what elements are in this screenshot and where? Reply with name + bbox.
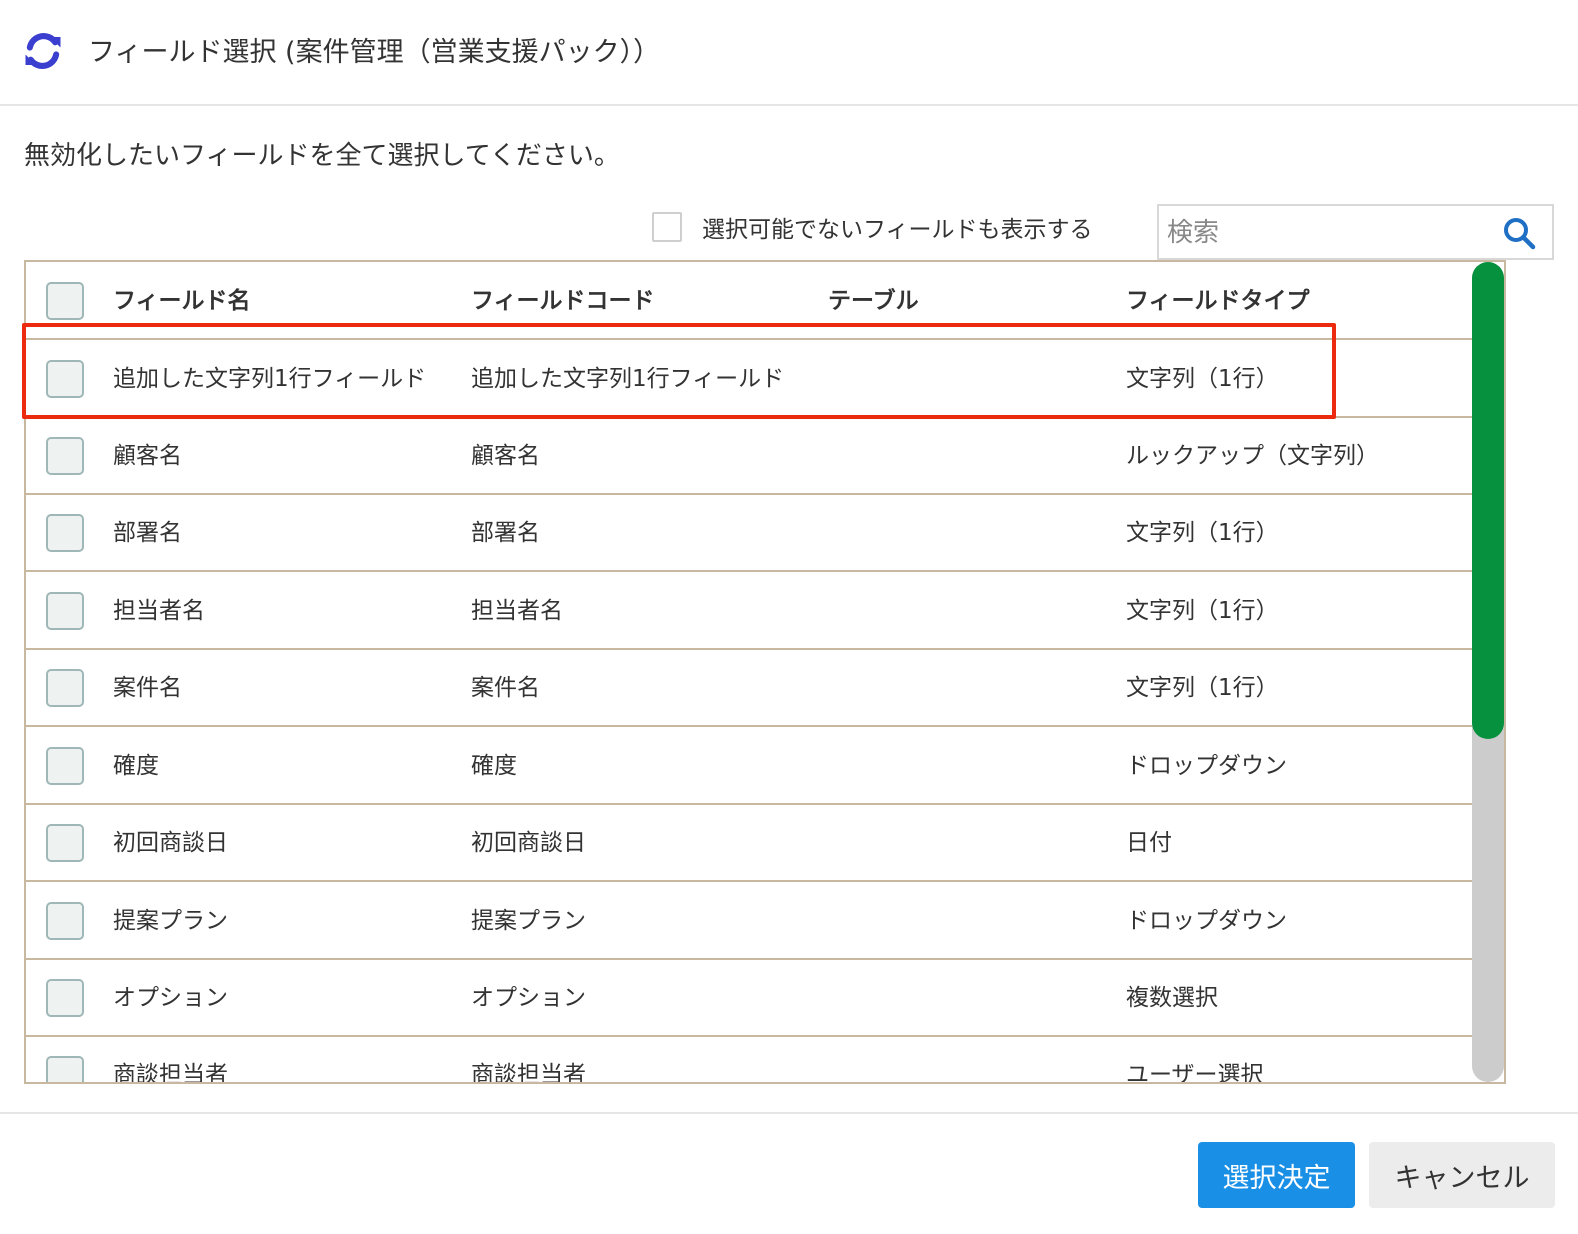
field-name-cell: 部署名 <box>113 520 182 546</box>
dialog-header: フィールド選択 (案件管理（営業支援パック）） <box>0 0 1578 106</box>
column-header-table: テーブル <box>828 288 919 314</box>
field-type-cell: 複数選択 <box>1126 985 1218 1011</box>
row-checkbox[interactable] <box>46 902 84 940</box>
column-header-field-name: フィールド名 <box>113 288 251 314</box>
row-checkbox[interactable] <box>46 514 84 552</box>
column-header-field-code: フィールドコード <box>471 288 655 314</box>
dialog-title: フィールド選択 (案件管理（営業支援パック）） <box>88 37 661 68</box>
show-unselectable-checkbox[interactable] <box>652 212 682 242</box>
refresh-icon <box>25 33 61 69</box>
show-unselectable-toggle[interactable]: 選択可能でないフィールドも表示する <box>652 210 1093 244</box>
field-name-cell: 担当者名 <box>113 598 205 624</box>
table-row[interactable]: 商談担当者 商談担当者 ユーザー選択 <box>26 1036 1474 1084</box>
field-name-cell: 案件名 <box>113 675 182 701</box>
field-type-cell: 文字列（1行） <box>1126 675 1279 701</box>
field-name-cell: 確度 <box>113 753 159 779</box>
field-code-cell: 案件名 <box>471 675 540 701</box>
field-name-cell: 追加した文字列1行フィールド <box>113 366 427 392</box>
search-box <box>1157 204 1554 260</box>
field-code-cell: 確度 <box>471 753 517 779</box>
field-name-cell: 商談担当者 <box>113 1062 228 1084</box>
scrollbar-thumb[interactable] <box>1472 262 1504 739</box>
field-code-cell: 提案プラン <box>471 908 586 934</box>
row-checkbox[interactable] <box>46 824 84 862</box>
field-name-cell: 顧客名 <box>113 443 182 469</box>
row-checkbox[interactable] <box>46 669 84 707</box>
table-row[interactable]: 部署名 部署名 文字列（1行） <box>26 494 1474 572</box>
footer-divider <box>0 1112 1578 1114</box>
row-checkbox[interactable] <box>46 437 84 475</box>
column-header-field-type: フィールドタイプ <box>1126 288 1310 314</box>
table-row[interactable]: 顧客名 顧客名 ルックアップ（文字列） <box>26 417 1474 495</box>
confirm-selection-button[interactable]: 選択決定 <box>1198 1142 1355 1208</box>
field-code-cell: オプション <box>471 985 586 1011</box>
select-all-checkbox[interactable] <box>46 282 84 320</box>
field-type-cell: 文字列（1行） <box>1126 366 1279 392</box>
field-code-cell: 担当者名 <box>471 598 563 624</box>
table-row[interactable]: 提案プラン 提案プラン ドロップダウン <box>26 882 1474 960</box>
search-input[interactable] <box>1167 214 1487 252</box>
table-row[interactable]: 追加した文字列1行フィールド 追加した文字列1行フィールド 文字列（1行） <box>26 340 1474 418</box>
row-checkbox[interactable] <box>46 360 84 398</box>
search-icon[interactable] <box>1502 216 1536 250</box>
instruction-text: 無効化したいフィールドを全て選択してください。 <box>24 141 620 171</box>
field-type-cell: ルックアップ（文字列） <box>1126 443 1379 469</box>
row-checkbox[interactable] <box>46 979 84 1017</box>
field-type-cell: ユーザー選択 <box>1126 1062 1264 1084</box>
table-row[interactable]: 担当者名 担当者名 文字列（1行） <box>26 572 1474 650</box>
field-name-cell: 初回商談日 <box>113 830 228 856</box>
field-code-cell: 追加した文字列1行フィールド <box>471 366 785 392</box>
field-type-cell: 文字列（1行） <box>1126 598 1279 624</box>
field-name-cell: オプション <box>113 985 228 1011</box>
table-header-row: フィールド名 フィールドコード テーブル フィールドタイプ <box>26 262 1474 340</box>
field-code-cell: 顧客名 <box>471 443 540 469</box>
row-checkbox[interactable] <box>46 747 84 785</box>
field-code-cell: 部署名 <box>471 520 540 546</box>
table-row[interactable]: 確度 確度 ドロップダウン <box>26 727 1474 805</box>
table-row[interactable]: 初回商談日 初回商談日 日付 <box>26 804 1474 882</box>
row-checkbox[interactable] <box>46 592 84 630</box>
show-unselectable-label: 選択可能でないフィールドも表示する <box>702 217 1093 243</box>
field-type-cell: ドロップダウン <box>1126 908 1287 934</box>
field-code-cell: 初回商談日 <box>471 830 586 856</box>
field-type-cell: 文字列（1行） <box>1126 520 1279 546</box>
field-table: フィールド名 フィールドコード テーブル フィールドタイプ 追加した文字列1行フ… <box>24 260 1506 1084</box>
row-checkbox[interactable] <box>46 1056 84 1082</box>
field-name-cell: 提案プラン <box>113 908 228 934</box>
table-row[interactable]: 案件名 案件名 文字列（1行） <box>26 649 1474 727</box>
field-code-cell: 商談担当者 <box>471 1062 586 1084</box>
field-type-cell: ドロップダウン <box>1126 753 1287 779</box>
cancel-button[interactable]: キャンセル <box>1369 1142 1555 1208</box>
field-type-cell: 日付 <box>1126 830 1172 856</box>
table-row[interactable]: オプション オプション 複数選択 <box>26 959 1474 1037</box>
